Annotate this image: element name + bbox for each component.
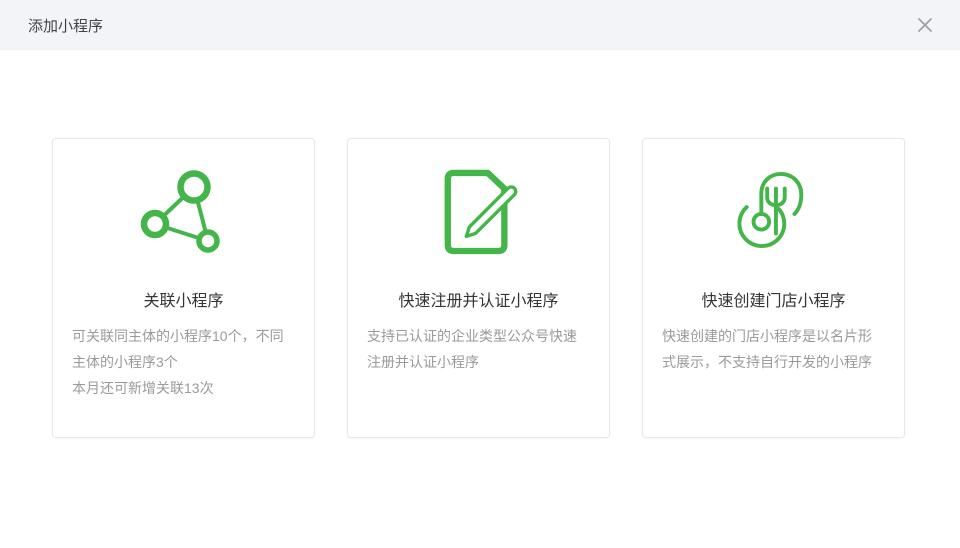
close-icon [916,16,934,34]
card-link-miniprogram[interactable]: 关联小程序 可关联同主体的小程序10个，不同 主体的小程序3个 本月还可新增关联… [52,138,315,438]
description-line: 支持已认证的企业类型公众号快速 [367,323,590,349]
add-miniprogram-options: 关联小程序 可关联同主体的小程序10个，不同 主体的小程序3个 本月还可新增关联… [0,50,960,438]
dialog-header: 添加小程序 [0,0,960,50]
store-fork-icon [735,170,813,253]
card-description: 快速创建的门店小程序是以名片形 式展示，不支持自行开发的小程序 [643,323,904,375]
dialog-title: 添加小程序 [28,15,103,36]
description-line: 主体的小程序3个 [72,349,295,375]
description-line: 注册并认证小程序 [367,349,590,375]
description-line: 本月还可新增关联13次 [72,375,295,401]
card-create-store-miniprogram[interactable]: 快速创建门店小程序 快速创建的门店小程序是以名片形 式展示，不支持自行开发的小程… [642,138,905,438]
link-nodes-icon [139,166,229,256]
card-description: 支持已认证的企业类型公众号快速 注册并认证小程序 [348,323,609,375]
card-title: 快速创建门店小程序 [643,291,904,313]
description-line: 式展示，不支持自行开发的小程序 [662,349,885,375]
card-description: 可关联同主体的小程序10个，不同 主体的小程序3个 本月还可新增关联13次 [53,323,314,401]
card-icon-box [348,165,609,257]
description-line: 快速创建的门店小程序是以名片形 [662,323,885,349]
card-icon-box [643,165,904,257]
card-icon-box [53,165,314,257]
description-line: 可关联同主体的小程序10个，不同 [72,323,295,349]
card-title: 关联小程序 [53,291,314,313]
document-pen-icon [439,166,519,256]
close-button[interactable] [912,12,938,38]
card-register-verify-miniprogram[interactable]: 快速注册并认证小程序 支持已认证的企业类型公众号快速 注册并认证小程序 [347,138,610,438]
card-title: 快速注册并认证小程序 [348,291,609,313]
